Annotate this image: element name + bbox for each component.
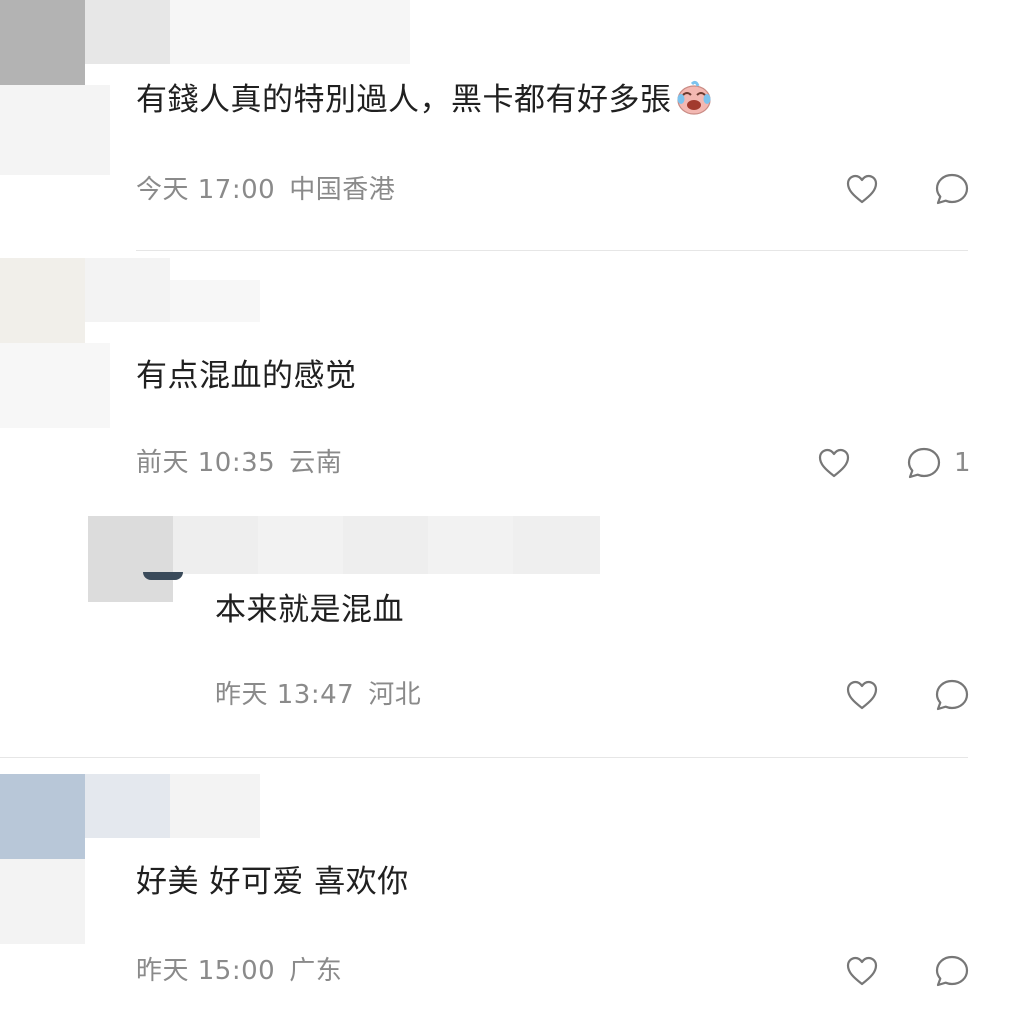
speech-bubble-icon — [907, 447, 941, 479]
reply-location: 河北 — [368, 680, 422, 710]
comment-location: 中国香港 — [289, 175, 396, 205]
comment-meta: 前天 10:35 云南 — [136, 447, 356, 479]
like-button[interactable] — [845, 173, 879, 205]
speech-bubble-icon — [935, 955, 969, 987]
reply-button[interactable]: 1 — [906, 446, 971, 480]
heart-outline-icon — [818, 448, 850, 478]
speech-bubble-icon — [935, 173, 969, 205]
comment-text: 有点混血的感觉 — [136, 358, 357, 394]
comment-time: 前天 10:35 — [136, 448, 276, 478]
comment-text: 有錢人真的特別過人，黑卡都有好多張 — [136, 80, 714, 126]
like-button[interactable] — [817, 447, 851, 479]
reply-text: 本来就是混血 — [215, 592, 404, 628]
comment-location: 云南 — [289, 448, 343, 478]
comment-time: 昨天 15:00 — [136, 956, 276, 986]
blurred-avatar-username — [0, 258, 300, 438]
heart-outline-icon — [846, 956, 878, 986]
speech-bubble-icon — [935, 679, 969, 711]
heart-outline-icon — [846, 174, 878, 204]
blurred-avatar-username — [0, 0, 420, 175]
reply-time: 昨天 13:47 — [215, 680, 355, 710]
reply-button[interactable] — [934, 954, 970, 988]
reply-button[interactable] — [934, 678, 970, 712]
divider — [136, 250, 968, 251]
comment-text: 好美 好可爱 喜欢你 — [136, 864, 409, 900]
comment-meta: 今天 17:00 中国香港 — [136, 174, 409, 206]
divider — [0, 757, 968, 758]
reply-button[interactable] — [934, 172, 970, 206]
comment-time: 今天 17:00 — [136, 175, 276, 205]
comment-location: 广东 — [289, 956, 343, 986]
reply-meta: 昨天 13:47 河北 — [215, 679, 435, 711]
heart-outline-icon — [846, 680, 878, 710]
crying-laughing-emoji-icon — [674, 80, 714, 126]
like-button[interactable] — [845, 955, 879, 987]
like-button[interactable] — [845, 679, 879, 711]
blurred-avatar-username — [0, 774, 270, 944]
comment-meta: 昨天 15:00 广东 — [136, 955, 356, 987]
reply-count: 1 — [954, 448, 971, 478]
